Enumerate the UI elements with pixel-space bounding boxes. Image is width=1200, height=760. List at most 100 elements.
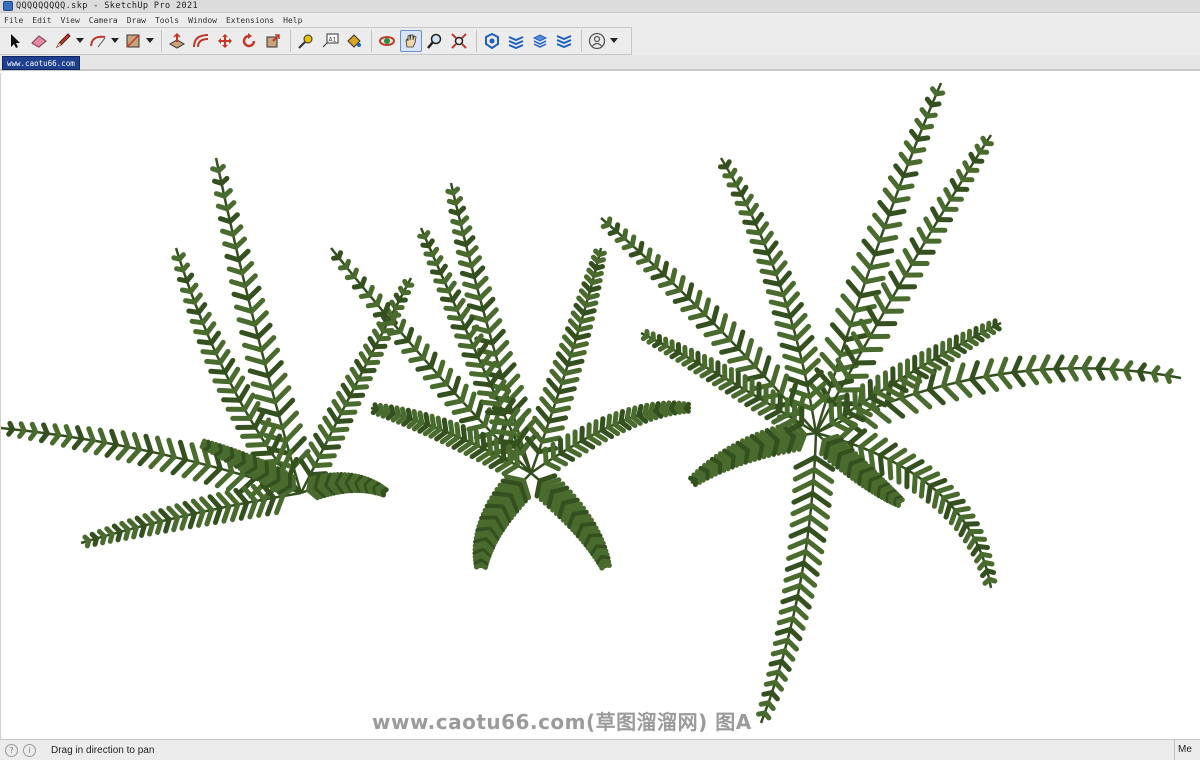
menu-help[interactable]: Help bbox=[283, 16, 302, 25]
push-pull-tool-button[interactable] bbox=[166, 30, 188, 52]
fern-leaflet bbox=[464, 292, 483, 301]
chevron-down-icon bbox=[111, 38, 119, 43]
info-icon[interactable]: i bbox=[23, 743, 36, 757]
menu-draw[interactable]: Draw bbox=[127, 16, 146, 25]
fern-leaflet bbox=[968, 151, 977, 164]
text-tool-button[interactable]: A1 bbox=[319, 30, 341, 52]
menu-extensions[interactable]: Extensions bbox=[226, 16, 274, 25]
menu-camera[interactable]: Camera bbox=[89, 16, 118, 25]
fern-leaflet bbox=[783, 571, 805, 583]
line-tool-button[interactable] bbox=[52, 30, 74, 52]
fern-leaflet bbox=[750, 399, 769, 412]
account-dropdown[interactable] bbox=[610, 30, 618, 52]
fern-leaflet bbox=[303, 450, 318, 469]
fern-leaflet bbox=[786, 549, 808, 561]
fern-leaflet bbox=[779, 658, 792, 672]
fern-leaflet bbox=[299, 459, 313, 478]
fern-leaflet bbox=[60, 434, 73, 448]
menu-edit[interactable]: Edit bbox=[32, 16, 51, 25]
line-tool-dropdown[interactable] bbox=[76, 30, 84, 52]
fern-leaflet bbox=[6, 426, 15, 437]
eraser-tool-button[interactable] bbox=[28, 30, 50, 52]
orbit-tool-button[interactable] bbox=[376, 30, 398, 52]
fern-leaflet bbox=[699, 367, 714, 379]
fern-leaflet bbox=[123, 527, 131, 541]
scene-tab-strip: www.caotu66.com bbox=[0, 55, 1200, 71]
shape-tool-button[interactable] bbox=[122, 30, 144, 52]
move-tool-button[interactable] bbox=[214, 30, 236, 52]
scale-tool-button[interactable] bbox=[262, 30, 284, 52]
fern-leaflet bbox=[600, 558, 612, 565]
fern-leaflet bbox=[236, 317, 258, 327]
fern-leaflet bbox=[811, 467, 835, 484]
fern-leaflet bbox=[423, 251, 436, 258]
fern-leaflet bbox=[559, 342, 574, 358]
paint-bucket-tool-button[interactable] bbox=[343, 30, 365, 52]
fern-leaflet bbox=[1053, 354, 1065, 372]
offset-icon bbox=[193, 34, 209, 48]
fern-leaflet bbox=[454, 333, 472, 340]
fern-leaflet bbox=[573, 302, 587, 316]
fern-leaflet bbox=[790, 502, 814, 517]
menu-tools[interactable]: Tools bbox=[155, 16, 179, 25]
send-to-layout-button[interactable] bbox=[529, 30, 551, 52]
select-tool-button[interactable] bbox=[4, 30, 26, 52]
measurements-box[interactable]: Me bbox=[1174, 740, 1200, 760]
fern-leaflet bbox=[599, 555, 611, 561]
fern-leaflet bbox=[448, 208, 461, 216]
fern-leaflet bbox=[394, 338, 411, 346]
fern-leaflet bbox=[568, 505, 586, 514]
fern-leaflet bbox=[705, 371, 721, 383]
fern-leaflet bbox=[588, 261, 599, 271]
fern-leaflet bbox=[446, 314, 464, 322]
pan-tool-button[interactable] bbox=[400, 30, 422, 52]
menu-file[interactable]: File bbox=[4, 16, 23, 25]
rotate-icon bbox=[242, 33, 256, 48]
fern-leaflet bbox=[258, 335, 277, 353]
fern-leaflet bbox=[791, 490, 815, 505]
model-viewport[interactable] bbox=[0, 73, 1200, 739]
rotate-tool-button[interactable] bbox=[238, 30, 260, 52]
fern-leaflet bbox=[104, 442, 119, 458]
fern-leaflet bbox=[761, 355, 772, 378]
fern-leaflet bbox=[887, 447, 908, 463]
fern-leaflet bbox=[317, 424, 331, 442]
fern-leaflet bbox=[1067, 354, 1079, 371]
fern-leaflet bbox=[189, 442, 200, 466]
offset-tool-button[interactable] bbox=[190, 30, 212, 52]
fern-leaflet bbox=[743, 372, 767, 382]
fern-leaflet bbox=[790, 312, 808, 331]
shape-tool-dropdown[interactable] bbox=[146, 30, 154, 52]
fern-leaflet bbox=[646, 336, 656, 345]
tape-measure-tool-button[interactable] bbox=[295, 30, 317, 52]
extension-warehouse-button[interactable] bbox=[505, 30, 527, 52]
menu-view[interactable]: View bbox=[61, 16, 80, 25]
fern-leaflet bbox=[738, 210, 754, 216]
scene-tab[interactable]: www.caotu66.com bbox=[2, 56, 80, 70]
menu-window[interactable]: Window bbox=[188, 16, 217, 25]
fern-leaflet bbox=[203, 466, 223, 485]
fern-leaflet bbox=[650, 272, 667, 281]
extension-manager-button[interactable] bbox=[553, 30, 575, 52]
fern-frond bbox=[530, 472, 612, 571]
3d-warehouse-button[interactable] bbox=[481, 30, 503, 52]
arc-tool-dropdown[interactable] bbox=[111, 30, 119, 52]
zoom-extents-tool-button[interactable] bbox=[448, 30, 470, 52]
zoom-tool-button[interactable] bbox=[424, 30, 446, 52]
fern-leaflet bbox=[422, 372, 442, 381]
fern-leaflet bbox=[881, 282, 895, 302]
fern-leaflet bbox=[887, 175, 902, 191]
geo-location-icon[interactable]: ? bbox=[5, 743, 18, 757]
fern-leaflet bbox=[912, 391, 933, 410]
arc-tool-button[interactable] bbox=[87, 30, 109, 52]
fern-leaflet bbox=[567, 318, 582, 333]
title-bar: QQQQQQQQQ.skp - SketchUp Pro 2021 bbox=[0, 0, 1200, 13]
account-button[interactable] bbox=[586, 30, 608, 52]
fern-leaflet bbox=[436, 287, 452, 294]
fern-leaflet bbox=[669, 350, 682, 360]
fern-leaflet bbox=[923, 216, 935, 233]
fern-leaflet bbox=[630, 405, 638, 420]
fern-leaflet bbox=[872, 212, 888, 230]
move-icon bbox=[218, 34, 232, 48]
fern-leaflet bbox=[28, 429, 39, 441]
